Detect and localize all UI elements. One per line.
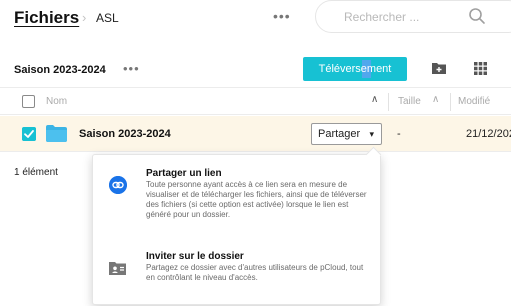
table-header: Nom ∧ Taille ∧ Modifié: [0, 87, 511, 115]
breadcrumb-root-link[interactable]: Fichiers: [14, 8, 79, 28]
table-row[interactable]: Saison 2023-2024 Partager ▾ - 21/12/202: [0, 116, 511, 152]
select-all-checkbox[interactable]: [22, 95, 35, 108]
search-icon[interactable]: [468, 7, 486, 25]
top-bar: Fichiers › ASL ••• Rechercher ...: [0, 0, 511, 40]
invite-to-folder-option[interactable]: Inviter sur le dossier Partagez ce dossi…: [93, 251, 382, 299]
breadcrumb-separator: ›: [82, 10, 87, 25]
upload-button[interactable]: Téléversement: [303, 57, 407, 81]
column-header-modified[interactable]: Modifié: [458, 96, 490, 107]
share-dropdown-button[interactable]: Partager ▾: [311, 123, 382, 145]
caret-down-icon: ▾: [369, 129, 374, 139]
share-button-label: Partager: [318, 128, 361, 140]
item-count: 1 élément: [14, 167, 58, 178]
folder-toolbar: Saison 2023-2024 ••• Téléversement: [0, 52, 511, 86]
folder-icon: [46, 125, 67, 142]
header-more-options-button[interactable]: •••: [273, 8, 291, 24]
search-placeholder: Rechercher ...: [344, 10, 420, 24]
folder-more-options-button[interactable]: •••: [123, 61, 140, 76]
folder-title: Saison 2023-2024: [14, 64, 106, 76]
row-checkbox[interactable]: [22, 127, 36, 141]
column-header-name[interactable]: Nom: [46, 96, 67, 107]
upload-button-label: Téléversement: [318, 63, 392, 75]
row-size: -: [397, 128, 401, 140]
invite-description: Partagez ce dossier avec d'autres utilis…: [146, 263, 364, 282]
column-header-size[interactable]: Taille: [398, 96, 421, 107]
share-menu: Partager un lien Toute personne ayant ac…: [92, 154, 381, 305]
row-modified-date: 21/12/202: [466, 128, 511, 140]
sort-up-icon[interactable]: ∧: [432, 94, 439, 105]
grid-view-icon[interactable]: [474, 62, 487, 75]
new-folder-icon[interactable]: [432, 62, 446, 74]
breadcrumb-current: ASL: [96, 11, 119, 25]
row-name[interactable]: Saison 2023-2024: [79, 128, 171, 140]
invite-title: Inviter sur le dossier: [146, 251, 244, 262]
search-input[interactable]: Rechercher ...: [315, 0, 511, 33]
share-link-title: Partager un lien: [146, 168, 222, 179]
share-link-option[interactable]: Partager un lien Toute personne ayant ac…: [93, 168, 382, 236]
sort-up-icon[interactable]: ∧: [371, 94, 378, 105]
column-divider: [388, 93, 389, 111]
share-link-description: Toute personne ayant accès à ce lien ser…: [146, 180, 367, 219]
invite-user-icon: [109, 262, 126, 275]
column-divider: [450, 93, 451, 111]
link-icon: [109, 176, 127, 194]
